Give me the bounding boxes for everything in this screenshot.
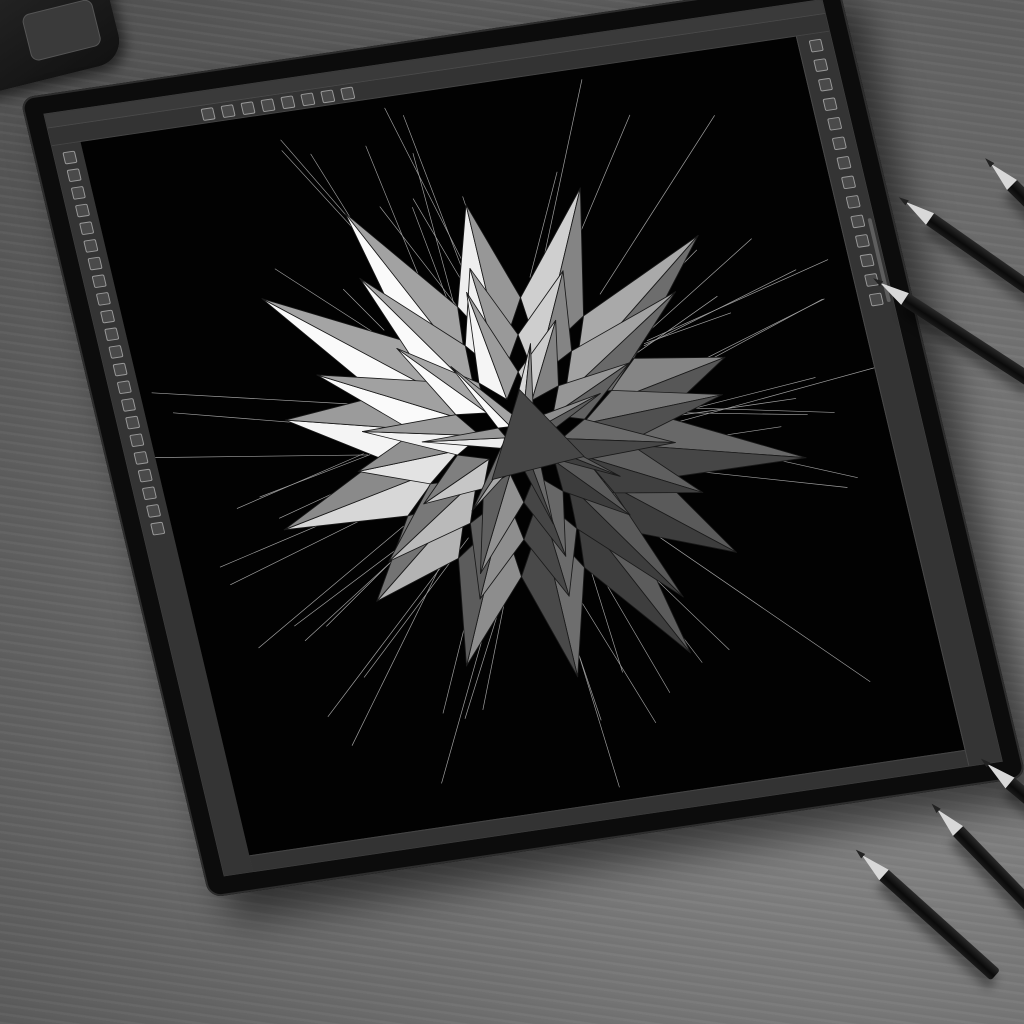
panel-icon[interactable]: [849, 214, 865, 229]
option-icon[interactable]: [200, 106, 216, 121]
panel-icon[interactable]: [822, 97, 838, 112]
panel-icon[interactable]: [808, 38, 824, 53]
tool-icon[interactable]: [116, 380, 132, 395]
scene: [0, 0, 1024, 1024]
option-icon[interactable]: [240, 100, 256, 115]
tool-icon[interactable]: [107, 345, 124, 359]
panel-icon[interactable]: [845, 194, 861, 209]
option-icon[interactable]: [280, 94, 296, 109]
tool-icon[interactable]: [141, 486, 157, 501]
construction-line: [412, 198, 463, 283]
tool-icon[interactable]: [120, 398, 136, 412]
tool-icon[interactable]: [124, 415, 140, 430]
tool-icon[interactable]: [82, 238, 98, 253]
tool-icon[interactable]: [86, 256, 103, 271]
panel-icon[interactable]: [831, 136, 847, 151]
tool-icon[interactable]: [99, 309, 115, 324]
option-icon[interactable]: [220, 103, 236, 118]
panel-icon[interactable]: [858, 253, 875, 268]
panel-icon[interactable]: [854, 234, 870, 248]
tool-icon[interactable]: [74, 203, 90, 218]
panel-icon[interactable]: [868, 292, 884, 307]
tool-icon[interactable]: [132, 451, 149, 465]
tool-icon[interactable]: [78, 221, 94, 236]
option-icon[interactable]: [340, 86, 356, 100]
option-icon[interactable]: [300, 91, 316, 106]
panel-icon[interactable]: [817, 77, 833, 92]
tool-icon[interactable]: [61, 150, 78, 165]
tool-icon[interactable]: [137, 468, 153, 483]
option-icon[interactable]: [320, 89, 336, 103]
tool-icon[interactable]: [112, 362, 128, 377]
panel-icon[interactable]: [826, 116, 842, 131]
tool-icon[interactable]: [128, 433, 144, 448]
tool-icon[interactable]: [145, 504, 161, 518]
laptop-touchpad: [20, 0, 103, 63]
panel-icon[interactable]: [840, 175, 856, 190]
tool-icon[interactable]: [66, 168, 82, 183]
tool-icon[interactable]: [70, 185, 86, 200]
tool-icon[interactable]: [91, 274, 107, 289]
tablet-screen: [43, 0, 1003, 877]
panel-icon[interactable]: [835, 155, 852, 170]
tool-icon[interactable]: [95, 292, 111, 306]
option-icon[interactable]: [260, 97, 276, 112]
tool-icon[interactable]: [103, 327, 119, 342]
panel-icon[interactable]: [812, 58, 828, 73]
tool-icon[interactable]: [149, 521, 165, 536]
